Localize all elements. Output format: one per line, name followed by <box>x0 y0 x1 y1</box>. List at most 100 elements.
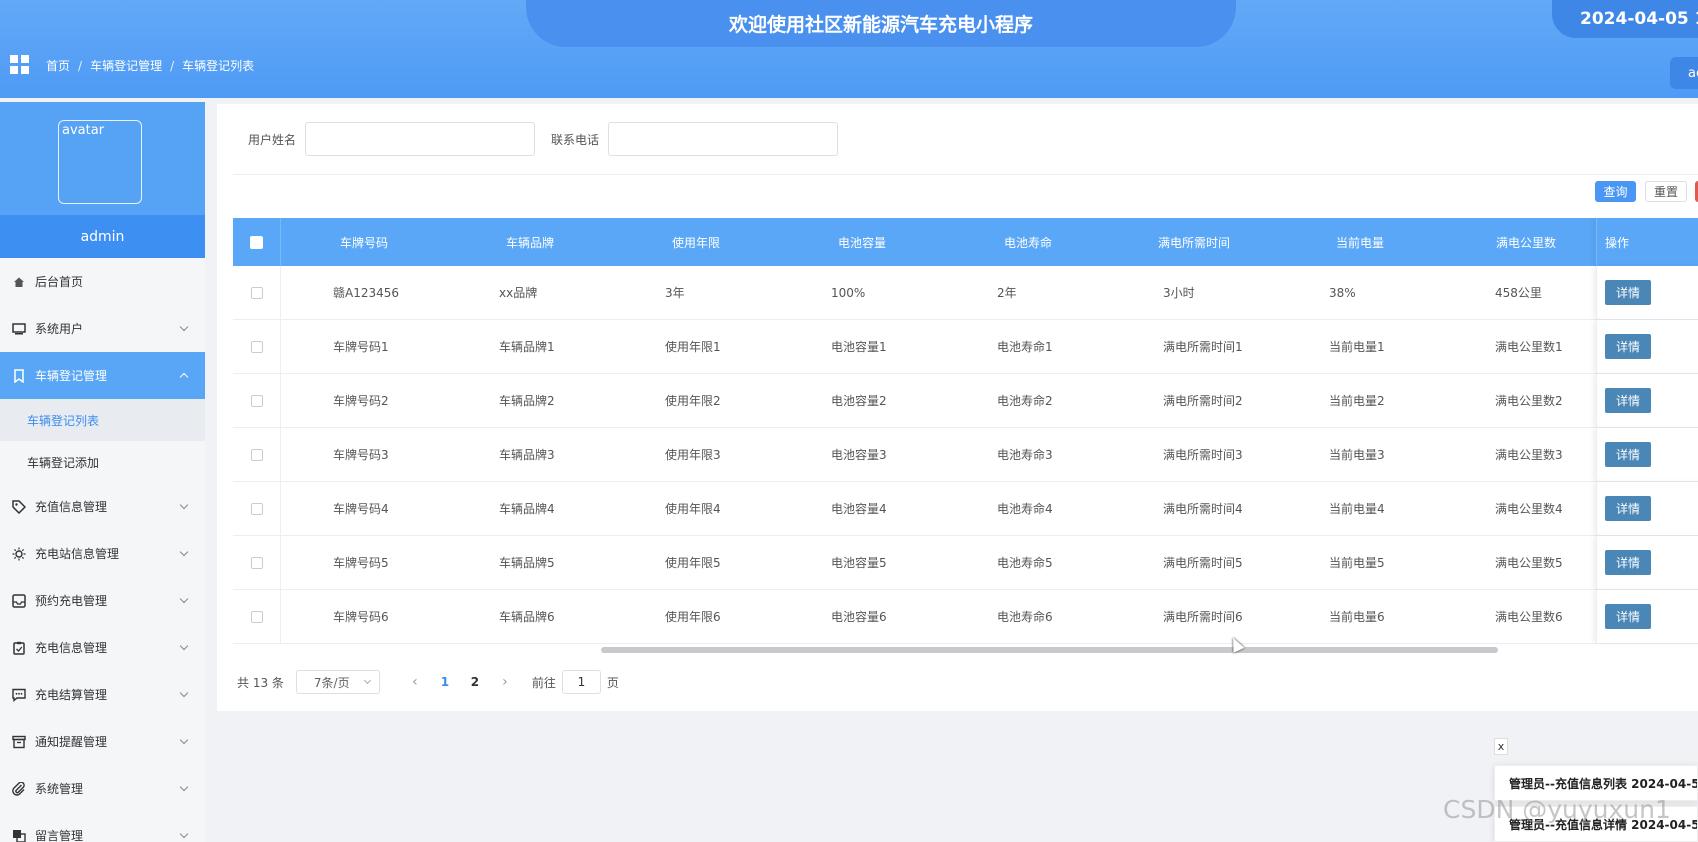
sidebar-item-label: 充值信息管理 <box>35 500 108 514</box>
row-checkbox[interactable] <box>250 394 263 407</box>
detail-button[interactable]: 详情 <box>1605 334 1651 359</box>
table-cell: 电池容量4 <box>831 502 887 516</box>
sidebar-item-charging-info[interactable]: 充电信息管理 <box>0 624 205 671</box>
sidebar-item-label: 系统管理 <box>35 782 84 796</box>
actions-cell: 详情 <box>1596 320 1698 373</box>
row-checkbox[interactable] <box>250 340 263 353</box>
top-header: 欢迎使用社区新能源汽车充电小程序 2024-04-05 17 ac 首页 / 车… <box>0 0 1698 98</box>
sidebar-item-label: 充电站信息管理 <box>35 547 120 561</box>
sidebar-item-dashboard[interactable]: 后台首页 <box>0 258 205 305</box>
sidebar-item-stations[interactable]: 充电站信息管理 <box>0 530 205 577</box>
table-cell: 车辆品牌5 <box>499 556 555 570</box>
sidebar-item-booking[interactable]: 预约充电管理 <box>0 577 205 624</box>
column-header: 车辆品牌 <box>505 235 554 250</box>
select-all-checkbox[interactable] <box>250 235 263 249</box>
detail-button[interactable]: 详情 <box>1605 550 1651 575</box>
breadcrumb: 首页 / 车辆登记管理 / 车辆登记列表 <box>46 57 254 74</box>
breadcrumb-vehicle-list: 车辆登记列表 <box>182 59 255 73</box>
page-size-select[interactable]: 7条/页 <box>295 670 380 694</box>
row-checkbox[interactable] <box>250 610 263 623</box>
sidebar-item-messages[interactable]: 留言管理 <box>0 812 205 842</box>
notification-close-button[interactable]: x <box>1494 738 1508 755</box>
chat-icon <box>12 688 26 702</box>
table-cell: 满电公里数4 <box>1495 502 1563 516</box>
column-header: 电池容量 <box>837 235 886 250</box>
sidebar-item-label: 预约充电管理 <box>35 594 108 608</box>
row-checkbox[interactable] <box>250 448 263 461</box>
table-cell: 车辆品牌3 <box>499 448 555 462</box>
goto-input[interactable]: 1 <box>561 670 601 694</box>
table-row: 车牌号码4 车辆品牌4 使用年限4 电池容量4 电池寿命4 满电所需时间4 当前… <box>233 482 1698 536</box>
breadcrumb-separator: / <box>170 58 175 73</box>
table-cell: 电池寿命5 <box>997 556 1053 570</box>
grid-menu-icon[interactable] <box>10 55 29 74</box>
table-cell: 满电所需时间3 <box>1163 448 1243 462</box>
detail-button[interactable]: 详情 <box>1605 280 1651 305</box>
chevron-up-icon <box>179 372 189 382</box>
sidebar-item-label: 充电信息管理 <box>35 641 108 655</box>
row-checkbox[interactable] <box>250 556 263 569</box>
divider <box>233 174 1698 175</box>
row-select-cell <box>233 428 281 481</box>
horizontal-scrollbar[interactable] <box>601 647 1498 653</box>
table-cell: 车辆品牌4 <box>499 502 555 516</box>
table-cell: 使用年限4 <box>665 502 721 516</box>
datetime-display: 2024-04-05 17 <box>1552 0 1698 38</box>
detail-button[interactable]: 详情 <box>1605 442 1651 467</box>
name-input[interactable] <box>305 122 536 156</box>
column-header: 电池寿命 <box>1003 235 1052 250</box>
table-cell: 车辆品牌1 <box>499 340 555 354</box>
sidebar-item-settlement[interactable]: 充电结算管理 <box>0 671 205 718</box>
row-select-cell <box>233 374 281 427</box>
watermark: CSDN @yuyuxun1 <box>1443 795 1671 824</box>
detail-button[interactable]: 详情 <box>1605 604 1651 629</box>
table-cell: 电池寿命2 <box>997 394 1053 408</box>
breadcrumb-vehicle-management[interactable]: 车辆登记管理 <box>90 57 162 74</box>
next-page-button[interactable]: › <box>490 674 520 690</box>
goto-label: 前往 <box>531 675 556 690</box>
table-cell: xx品牌 <box>499 286 538 300</box>
sidebar-item-recharge[interactable]: 充值信息管理 <box>0 483 205 530</box>
row-checkbox[interactable] <box>250 286 263 299</box>
page-number[interactable]: 1 <box>430 675 460 689</box>
page-number[interactable]: 2 <box>460 675 490 689</box>
table-cell: 使用年限1 <box>665 340 721 354</box>
chevron-down-icon <box>179 829 189 839</box>
sidebar-item-label: 通知提醒管理 <box>35 735 108 749</box>
chevron-down-icon <box>179 547 189 557</box>
sidebar-item-system-settings[interactable]: 系统管理 <box>0 765 205 812</box>
detail-button[interactable]: 详情 <box>1605 496 1651 521</box>
table-cell: 满电所需时间4 <box>1163 502 1243 516</box>
user-menu-button[interactable]: ac <box>1670 57 1698 89</box>
sidebar-item-label: 后台首页 <box>35 275 84 289</box>
app-title: 欢迎使用社区新能源汽车充电小程序 <box>526 0 1236 47</box>
chevron-down-icon <box>179 735 189 745</box>
goto-suffix: 页 <box>606 675 619 690</box>
prev-page-button[interactable]: ‹ <box>400 674 430 690</box>
table-cell: 电池容量6 <box>831 610 887 624</box>
select-all-cell <box>233 218 281 266</box>
reset-button[interactable]: 重置 <box>1645 181 1687 202</box>
table-cell: 100% <box>831 285 866 300</box>
sidebar-item-vehicle-management[interactable]: 车辆登记管理 <box>0 352 205 399</box>
phone-input[interactable] <box>608 122 839 156</box>
breadcrumb-home[interactable]: 首页 <box>46 57 70 74</box>
table-row: 车牌号码1 车辆品牌1 使用年限1 电池容量1 电池寿命1 满电所需时间1 当前… <box>233 320 1698 374</box>
table-cell: 当前电量3 <box>1329 448 1385 462</box>
search-form: 用户姓名 联系电话 <box>248 122 854 156</box>
table-cell: 车牌号码2 <box>333 394 389 408</box>
sidebar-item-notifications[interactable]: 通知提醒管理 <box>0 718 205 765</box>
row-checkbox[interactable] <box>250 502 263 515</box>
table-cell: 满电公里数2 <box>1495 394 1563 408</box>
sidebar-item-label: 留言管理 <box>35 829 84 842</box>
table-cell: 满电公里数3 <box>1495 448 1563 462</box>
actions-cell: 详情 <box>1596 590 1698 643</box>
query-button[interactable]: 查询 <box>1595 181 1636 202</box>
detail-button[interactable]: 详情 <box>1605 388 1651 413</box>
sidebar-subitem-vehicle-list[interactable]: 车辆登记列表 <box>0 399 205 441</box>
table-cell: 电池寿命3 <box>997 448 1053 462</box>
sidebar-item-system-users[interactable]: 系统用户 <box>0 305 205 352</box>
sidebar-subitem-vehicle-add[interactable]: 车辆登记添加 <box>0 441 205 483</box>
table-cell: 车牌号码6 <box>333 610 389 624</box>
table-cell: 当前电量2 <box>1329 394 1385 408</box>
